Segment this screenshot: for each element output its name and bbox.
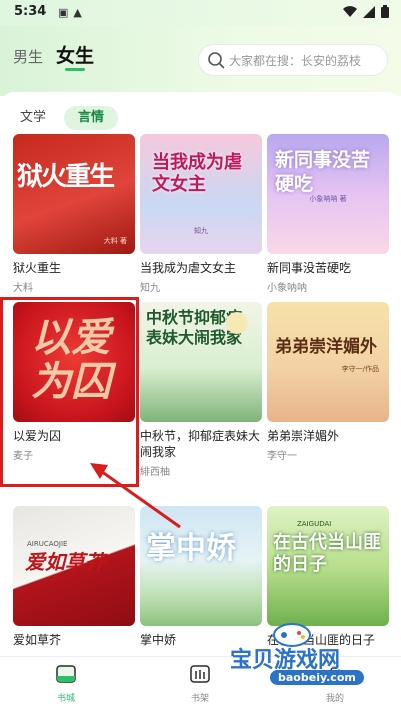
book-title: 新同事没苦硬吃: [267, 261, 352, 275]
book-author: 小象呐呐: [267, 283, 307, 294]
book-title: 爱如草芥: [13, 633, 62, 647]
nav-label: 书城: [56, 694, 75, 704]
nav-label: 书架: [190, 694, 209, 704]
book-cover: 新同事没苦硬吃 小象呐呐 著: [267, 134, 389, 254]
sub-tab-literature[interactable]: 文学: [20, 106, 46, 130]
bookstore-icon: [56, 665, 76, 683]
cover-moon-icon: [226, 312, 248, 334]
cover-author: 李守一/作品: [341, 365, 379, 373]
search-input[interactable]: 大家都在搜：长安的荔枝: [198, 44, 388, 76]
book-cover: 弟弟崇洋媚外 李守一/作品: [267, 302, 389, 422]
cover-title: 弟弟崇洋媚外: [275, 337, 377, 357]
search-placeholder: 大家都在搜：长安的荔枝: [229, 53, 362, 68]
search-icon: [208, 52, 225, 69]
cover-author: 大料 著: [103, 237, 127, 245]
status-time: 5:34: [14, 4, 47, 19]
book-title: 狱火重生: [13, 261, 62, 275]
nav-bookstore[interactable]: 书城: [36, 663, 96, 704]
top-header: 男生 女生 大家都在搜：长安的荔枝: [0, 26, 401, 96]
tab-female[interactable]: 女生: [56, 41, 94, 68]
sub-tabs: 文学 言情: [20, 106, 119, 130]
book-title: 当我成为虐文女主: [140, 261, 237, 275]
book-card[interactable]: 弟弟崇洋媚外 李守一/作品 弟弟崇洋媚外 李守一: [267, 302, 389, 462]
cover-title: 当我成为虐文女主: [152, 152, 242, 195]
sub-tab-romance[interactable]: 言情: [64, 106, 119, 130]
book-cover: ZAIGUDAI 在古代当山匪的日子: [267, 506, 389, 626]
notification-icons: ▣ ▲: [58, 6, 82, 19]
book-cover: 当我成为虐文女主 知九: [140, 134, 262, 254]
book-card[interactable]: 中秋节抑郁症表妹大闹我家 中秋节，抑郁症表妹大闹我家 緋西柚: [140, 302, 262, 478]
cover-title: 在古代当山匪的日子: [273, 532, 381, 575]
book-card[interactable]: 新同事没苦硬吃 小象呐呐 著 新同事没苦硬吃 小象呐呐: [267, 134, 389, 294]
wifi-icon: [343, 5, 357, 17]
book-card[interactable]: 狱火重生 大料 著 狱火重生 大料: [13, 134, 135, 294]
book-title: 弟弟崇洋媚外: [267, 429, 340, 443]
cover-author: 知九: [194, 227, 208, 235]
cover-title: 爱如草芥: [25, 550, 105, 574]
cover-title: 掌中娇: [146, 531, 236, 566]
tab-underline: [65, 68, 85, 71]
book-author: 知九: [140, 283, 160, 294]
cover-author: ZAIGUDAI: [297, 520, 332, 528]
warning-icon: ▲: [73, 6, 82, 19]
system-icons: [343, 5, 389, 18]
book-author: 李守一: [267, 451, 297, 462]
nav-bookshelf[interactable]: 书架: [170, 663, 230, 704]
signal-icon: [363, 5, 375, 18]
book-cover: 狱火重生 大料 著: [13, 134, 135, 254]
book-cover: 中秋节抑郁症表妹大闹我家: [140, 302, 262, 422]
status-bar: 5:34 ▣ ▲: [0, 0, 401, 26]
cover-author: 小象呐呐 著: [309, 195, 347, 203]
arrow-annotation: [90, 463, 181, 529]
battery-icon: [381, 5, 389, 18]
tab-male[interactable]: 男生: [13, 46, 43, 67]
cover-author: AIRUCAOJIE: [27, 540, 68, 548]
app-notification-icon: ▣: [58, 6, 69, 19]
book-card[interactable]: 当我成为虐文女主 知九 当我成为虐文女主 知九: [140, 134, 262, 294]
watermark-url: baobeiy.com: [270, 670, 364, 685]
cover-title: 狱火重生: [17, 162, 115, 192]
watermark: 宝贝游戏网 baobeiy.com: [230, 618, 400, 698]
cover-title: 新同事没苦硬吃: [275, 149, 371, 195]
book-author: 大料: [13, 283, 33, 294]
bookshelf-icon: [190, 665, 210, 683]
